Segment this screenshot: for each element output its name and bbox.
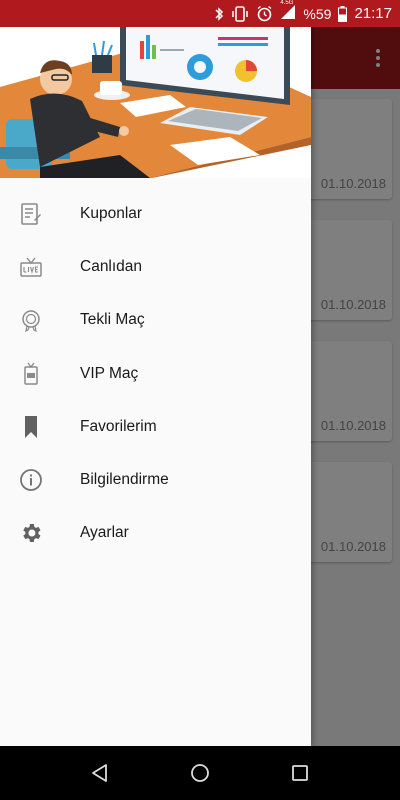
drawer-header-illustration	[0, 27, 311, 178]
battery-icon	[338, 5, 348, 22]
signal-icon	[281, 5, 296, 19]
office-illustration	[0, 27, 311, 178]
drawer-item-label: Ayarlar	[80, 524, 129, 542]
signal-group: 4.5G	[280, 0, 296, 23]
navigation-drawer: Kuponlar Canlıdan Tekli Maç VIP Maç Favo…	[0, 27, 311, 746]
live-icon	[18, 254, 44, 280]
drawer-item-canlidan[interactable]: Canlıdan	[0, 240, 311, 293]
vip-icon	[18, 361, 44, 387]
network-type-label: 4.5G	[280, 0, 294, 6]
drawer-menu: Kuponlar Canlıdan Tekli Maç VIP Maç Favo…	[0, 187, 311, 560]
bluetooth-icon	[215, 6, 224, 21]
drawer-item-favorilerim[interactable]: Favorilerim	[0, 400, 311, 453]
system-navigation-bar	[0, 746, 400, 800]
drawer-item-label: Bilgilendirme	[80, 471, 169, 489]
vibrate-icon	[232, 5, 249, 22]
status-bar: 4.5G %59 21:17	[0, 0, 400, 27]
drawer-item-bilgilendirme[interactable]: Bilgilendirme	[0, 453, 311, 506]
back-icon[interactable]	[89, 762, 111, 784]
home-icon[interactable]	[189, 762, 211, 784]
recents-icon[interactable]	[289, 762, 311, 784]
drawer-item-label: Canlıdan	[80, 257, 143, 275]
drawer-item-ayarlar[interactable]: Ayarlar	[0, 507, 311, 560]
clock: 21:17	[354, 5, 392, 22]
drawer-item-tekli-mac[interactable]: Tekli Maç	[0, 294, 311, 347]
drawer-item-label: Tekli Maç	[80, 311, 145, 329]
info-icon	[18, 467, 44, 493]
drawer-item-label: VIP Maç	[80, 364, 139, 382]
gear-icon	[18, 520, 44, 546]
battery-percent: %59	[303, 5, 332, 22]
medal-icon	[18, 307, 44, 333]
coupon-icon	[18, 201, 44, 227]
drawer-item-label: Kuponlar	[80, 204, 143, 222]
drawer-item-kuponlar[interactable]: Kuponlar	[0, 187, 311, 240]
bookmark-icon	[18, 414, 44, 440]
drawer-item-label: Favorilerim	[80, 417, 157, 435]
drawer-item-vip-mac[interactable]: VIP Maç	[0, 347, 311, 400]
alarm-icon	[257, 5, 272, 22]
